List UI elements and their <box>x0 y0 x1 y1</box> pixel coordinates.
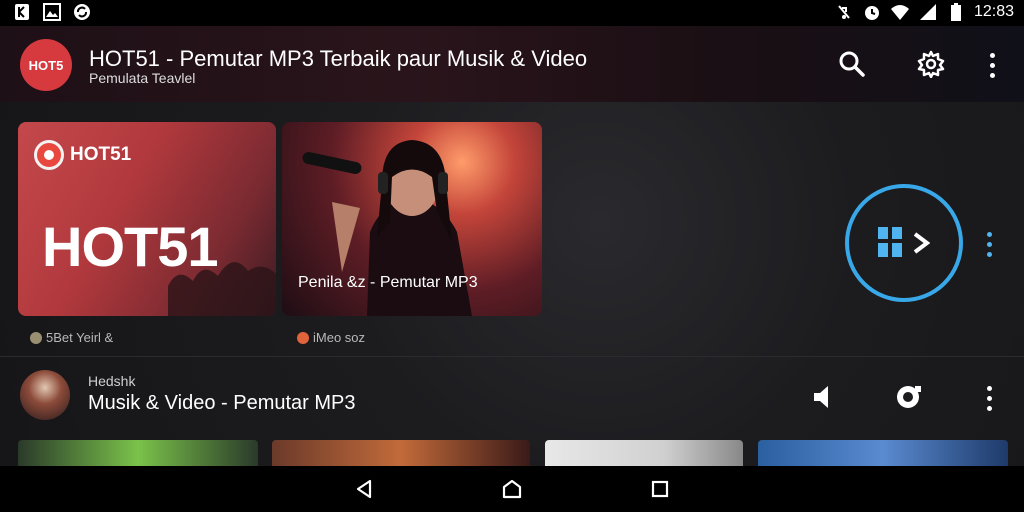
now-playing-artwork[interactable] <box>20 370 70 420</box>
search-icon <box>839 51 865 77</box>
now-playing-more-button[interactable] <box>984 386 994 411</box>
poster-thumb[interactable] <box>545 440 743 466</box>
record-icon <box>897 386 921 408</box>
record-badge-icon <box>34 140 64 170</box>
volume-icon <box>814 386 828 408</box>
more-vert-icon <box>986 386 992 391</box>
app-title: HOT51 - Pemutar MP3 Terbaik paur Musik &… <box>89 46 588 71</box>
meta-avatar-icon <box>30 331 42 344</box>
grid-play-icon <box>878 227 902 257</box>
app-bar: HOT5 HOT51 - Pemutar MP3 Terbaik paur Mu… <box>0 26 1024 102</box>
badge-label: HOT51 <box>70 144 132 165</box>
card-meta-1: 5Bet Yeirl & <box>30 330 113 345</box>
more-vert-icon <box>986 232 992 237</box>
meta-text: iMeo soz <box>313 330 366 345</box>
recents-icon <box>651 480 669 498</box>
nav-recents-button[interactable] <box>646 475 674 503</box>
home-icon <box>502 479 522 499</box>
overflow-menu-button[interactable] <box>987 53 997 78</box>
back-icon <box>356 479 372 499</box>
clock: 12:83 <box>973 3 1014 20</box>
featured-card-hot51[interactable]: HOT51 HOT51 <box>18 122 276 316</box>
card-meta-2: iMeo soz <box>297 330 365 345</box>
record-button[interactable] <box>892 381 924 413</box>
band-thumb[interactable] <box>272 440 530 466</box>
green-thumb[interactable] <box>18 440 258 466</box>
meta-avatar-icon <box>297 331 309 344</box>
system-nav-bar <box>0 466 1024 512</box>
app-logo[interactable]: HOT5 <box>20 39 72 91</box>
chevron-right-icon <box>913 232 930 254</box>
settings-gear-icon <box>917 50 945 78</box>
stage-thumb[interactable] <box>758 440 1008 466</box>
wifi-icon <box>890 5 909 20</box>
mute-icon <box>838 5 850 19</box>
play-next-button[interactable] <box>845 184 963 302</box>
featured-more-button[interactable] <box>984 232 994 257</box>
more-vert-icon <box>989 53 995 58</box>
sync-icon <box>74 4 90 20</box>
alarm-icon <box>864 6 879 20</box>
divider <box>0 356 1024 357</box>
volume-button[interactable] <box>808 381 840 413</box>
card-caption: Penila &z - Pemutar MP3 <box>298 274 478 291</box>
card-badge: HOT51 <box>34 140 131 170</box>
now-playing-label: Hedshk <box>88 373 136 389</box>
meta-text: 5Bet Yeirl & <box>46 330 114 345</box>
signal-icon <box>919 4 936 20</box>
nav-home-button[interactable] <box>498 475 526 503</box>
main-content: HOT51 HOT51 Penila &z - Pemutar MP3 5Bet… <box>0 102 1024 466</box>
app-subtitle: Pemulata Teavlel <box>89 70 196 86</box>
crowd-silhouette-image <box>168 262 276 316</box>
gallery-icon <box>43 3 61 21</box>
notification-app-icon <box>15 4 29 20</box>
battery-icon <box>950 3 961 21</box>
search-button[interactable] <box>834 46 870 82</box>
now-playing-title[interactable]: Musik & Video - Pemutar MP3 <box>88 392 356 415</box>
nav-back-button[interactable] <box>350 475 378 503</box>
settings-button[interactable] <box>913 46 949 82</box>
featured-card-singer[interactable]: Penila &z - Pemutar MP3 <box>282 122 542 316</box>
status-bar: 12:83 <box>0 0 1024 26</box>
